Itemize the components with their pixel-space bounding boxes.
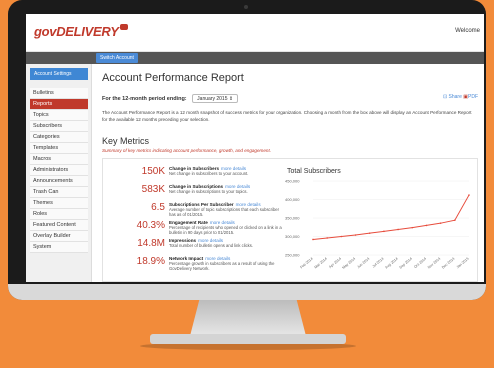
x-tick-label: Apr 2014 [328,257,342,269]
switch-account-button[interactable]: Switch Account [96,53,138,63]
sidebar-item-reports[interactable]: Reports [30,99,88,110]
logo-badge-icon [119,24,128,30]
data-point [397,228,399,231]
metric-description: Average number of topic subscriptions th… [169,207,280,217]
sidebar-item-templates[interactable]: Templates [30,143,88,154]
sidebar-item-themes[interactable]: Themes [30,198,88,209]
data-point [368,232,371,234]
data-point [411,226,414,229]
x-tick-label: Jun 2014 [356,257,370,270]
metric-value: 40.3% [136,220,165,231]
camera-icon [244,5,248,9]
main-content: Account Performance Report For the 12-mo… [98,68,482,282]
monitor-base [150,334,346,344]
metric-description: Total number of bulletin opens and link … [169,243,254,248]
x-tick-label: Dec 2014 [441,257,455,270]
sidebar-item-administrators[interactable]: Administrators [30,165,88,176]
sidebar-item-featured-content[interactable]: Featured Content [30,220,88,231]
account-bar: Switch Account [26,52,484,64]
govdelivery-logo[interactable]: govDELIVERY [34,24,128,39]
period-label: For the 12-month period ending: [102,96,187,102]
sidebar-item-roles[interactable]: Roles [30,209,88,220]
data-point [354,234,357,236]
data-point [425,224,428,227]
sidebar-item-announcements[interactable]: Announcements [30,176,88,187]
x-tick-label: Mar 2014 [314,257,328,270]
monitor-stand [190,300,306,336]
x-tick-label: Sep 2014 [399,257,413,270]
period-select[interactable]: January 2015 ⇕ [192,94,239,103]
sidebar-item-subscribers[interactable]: Subscribers [30,121,88,132]
x-tick-label: Jul 2014 [372,257,385,269]
metric-value: 14.8M [137,238,165,249]
metric-description: Percentage of recipients who opened or c… [169,225,282,235]
y-tick-label: 300,000 [285,234,300,239]
page-title: Account Performance Report [102,72,244,84]
sidebar-item-macros[interactable]: Macros [30,154,88,165]
x-tick-label: Oct 2014 [413,257,427,269]
x-tick-label: Aug 2014 [384,257,398,270]
monitor: govDELIVERY Welcome Switch Account Accou… [8,0,486,300]
sidebar-item-system[interactable]: System [30,242,88,253]
metric-description: Net change in subscriptions to your topi… [169,189,248,194]
report-description: The Account Performance Report is a 12 m… [102,110,472,122]
metric-value: 18.9% [136,256,165,267]
x-tick-label: Jan 2015 [456,257,470,270]
metric-row: 18.9% Network Impact more details Percentag… [105,255,285,273]
data-point [340,235,343,238]
metric-row: 14.8M Impressions more details Total number… [105,237,285,255]
y-tick-label: 350,000 [285,216,300,221]
sidebar-item-overlay-builder[interactable]: Overlay Builder [30,231,88,242]
y-tick-label: 400,000 [285,197,300,202]
share-link[interactable]: Share [449,94,462,100]
metric-value: 6.5 [151,202,165,213]
chart-title: Total Subscribers [287,168,341,175]
sidebar-item-bulletins[interactable]: Bulletins [30,88,88,99]
metric-row: 6.5 Subscriptions Per Subscriber more deta… [105,201,285,219]
period-select-value: January 2015 [197,96,228,102]
sidebar-item-categories[interactable]: Categories [30,132,88,143]
top-bar: govDELIVERY Welcome [26,14,484,52]
sidebar-item-trash-can[interactable]: Trash Can [30,187,88,198]
metric-row: 583K Change in Subscriptions more details N… [105,183,285,201]
series-line [312,194,470,240]
data-point [439,222,442,224]
data-point [454,219,456,222]
total-subscribers-chart: Total Subscribers 250,000 300,000 350,000 40… [285,168,470,270]
account-settings-button[interactable]: Account Settings [30,68,88,80]
logo-text: govDELIVERY [34,24,119,39]
metric-value: 583K [141,184,165,195]
data-point [383,230,385,233]
metrics-list: 150K Change in Subscribers more details Net… [105,165,285,273]
screen: govDELIVERY Welcome Switch Account Accou… [26,14,484,282]
x-tick-label: Nov 2014 [427,257,441,270]
period-row: For the 12-month period ending: January … [102,94,239,103]
data-point [468,194,470,196]
share-links: ⊡ Share ▣PDF [443,94,478,100]
pdf-link[interactable]: PDF [468,94,478,100]
monitor-chin [8,284,486,300]
metrics-panel: 150K Change in Subscribers more details Net… [102,158,478,282]
y-tick-label: 450,000 [285,179,300,184]
key-metrics-title: Key Metrics [102,136,150,146]
metric-value: 150K [141,166,165,177]
metric-description: Net change in subscribers to your accoun… [169,171,249,176]
metric-row: 150K Change in Subscribers more details Net… [105,165,285,183]
sidebar-item-topics[interactable]: Topics [30,110,88,121]
sidebar: Account Settings Bulletins Reports Topics S… [26,64,92,282]
key-metrics-subtitle: Summary of key metrics indicating accoun… [102,148,272,153]
welcome-text: Welcome [455,28,480,34]
y-tick-label: 250,000 [285,253,300,258]
data-point [326,237,328,239]
share-icon: ⊡ [442,94,448,100]
sidebar-nav: Bulletins Reports Topics Subscribers Categor… [30,88,88,253]
x-tick-label: May 2014 [342,257,357,270]
x-tick-label: Feb 2014 [299,257,313,270]
metric-row: 40.3% Engagement Rate more details Percenta… [105,219,285,237]
metric-description: Percentage growth in subscribers as a re… [169,261,275,271]
data-point [312,238,314,241]
